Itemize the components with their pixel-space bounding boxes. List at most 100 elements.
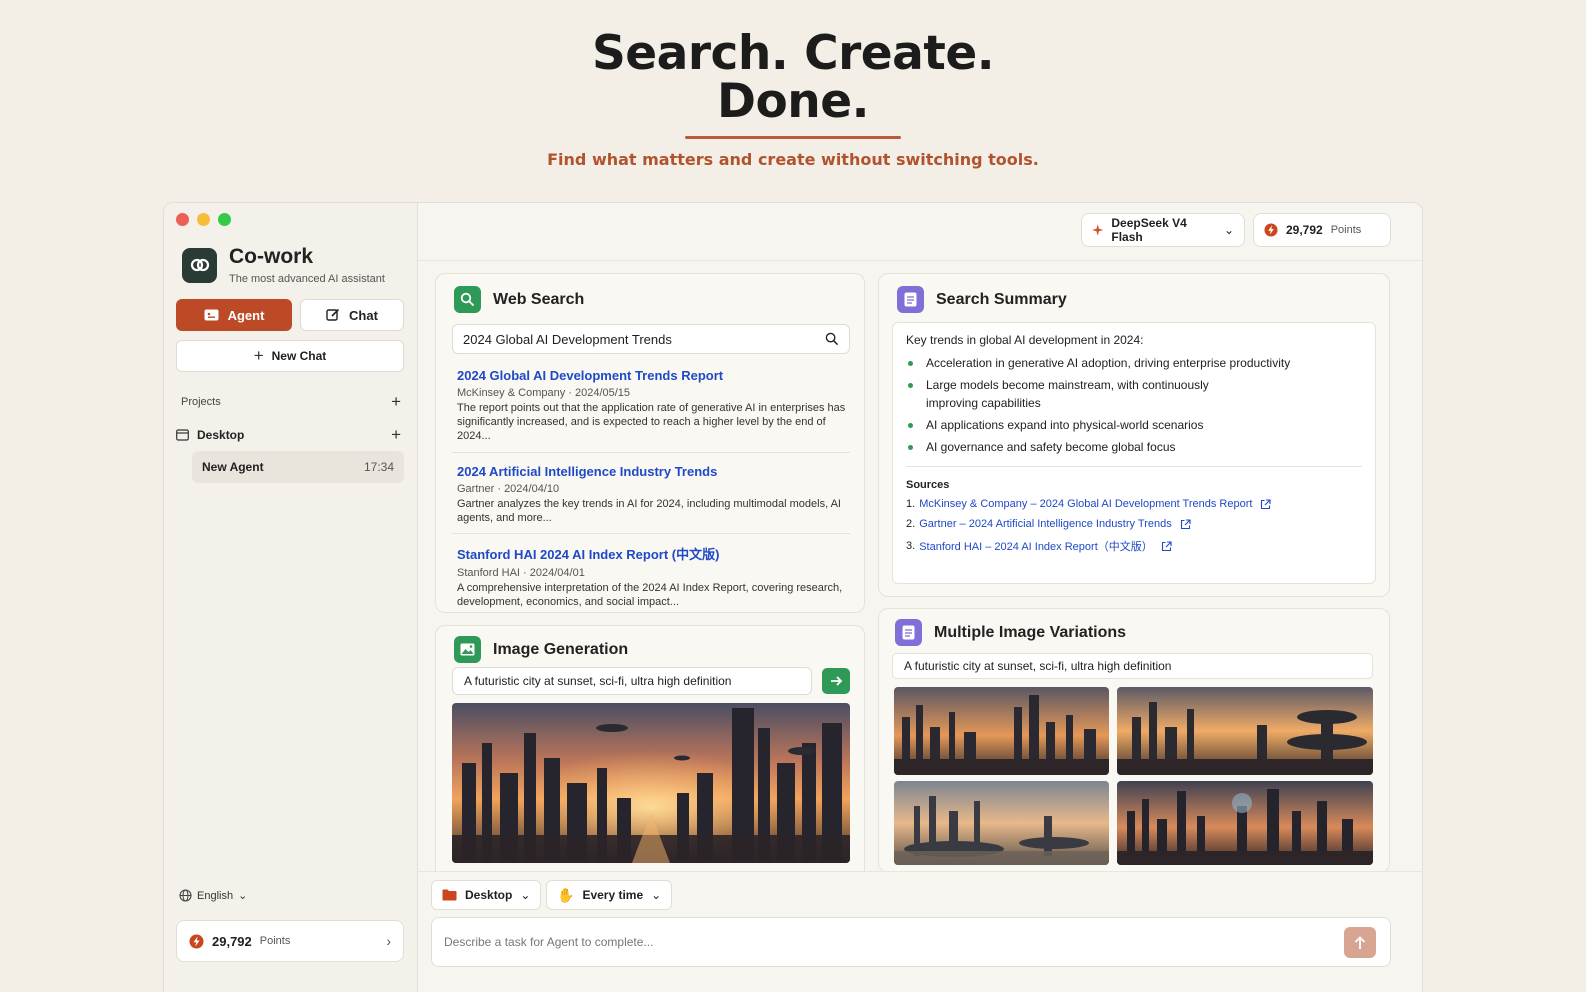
location-label: Desktop — [465, 888, 513, 902]
result-title[interactable]: 2024 Artificial Intelligence Industry Tr… — [457, 464, 849, 479]
send-button[interactable] — [1344, 927, 1376, 958]
summary-content: Key trends in global AI development in 2… — [892, 322, 1376, 584]
result-meta: McKinsey & Company · 2024/05/15 — [457, 387, 631, 399]
divider — [452, 533, 850, 534]
chevron-right-icon: › — [386, 933, 391, 949]
image-prompt-text: A futuristic city at sunset, sci-fi, ult… — [464, 674, 732, 688]
projects-label: Projects — [181, 396, 221, 408]
sidebar: Co-work The most advanced AI assistant A… — [164, 203, 418, 992]
document-icon — [897, 286, 924, 313]
language-selector[interactable]: English ⌄ — [179, 889, 247, 902]
maximize-window-button[interactable] — [218, 213, 231, 226]
source-link[interactable]: Stanford HAI – 2024 AI Index Report（中文版） — [919, 538, 1153, 554]
points-icon — [1264, 223, 1278, 237]
web-search-card: Web Search 2024 Global AI Development Tr… — [435, 273, 865, 613]
hero-title: Search. Create. Done. — [0, 30, 1586, 126]
search-icon — [454, 286, 481, 313]
agent-mode-button[interactable]: Agent — [176, 299, 292, 331]
add-project-icon[interactable]: + — [391, 393, 401, 410]
search-query: 2024 Global AI Development Trends — [463, 331, 672, 347]
agent-icon — [204, 309, 219, 321]
document-icon — [895, 619, 922, 646]
search-input[interactable]: 2024 Global AI Development Trends — [452, 324, 850, 354]
new-chat-label: New Chat — [271, 349, 327, 363]
points-value: 29,792 — [1286, 223, 1323, 237]
app-logo-icon — [182, 247, 217, 283]
location-selector[interactable]: Desktop ⌄ — [431, 880, 542, 910]
project-desktop[interactable]: Desktop + — [176, 426, 401, 443]
image-generation-card: Image Generation A futuristic city at su… — [435, 625, 865, 885]
summary-bullet: Acceleration in generative AI adoption, … — [906, 354, 1362, 372]
source-item[interactable]: 3. Stanford HAI – 2024 AI Index Report（中… — [906, 538, 1362, 554]
summary-bullets: Acceleration in generative AI adoption, … — [906, 354, 1362, 456]
app-name: Co-work — [229, 245, 313, 268]
frequency-label: Every time — [582, 888, 644, 902]
variation-image-4[interactable] — [1117, 781, 1373, 865]
folder-icon — [176, 429, 189, 441]
image-icon — [454, 636, 481, 663]
generated-city-image[interactable] — [452, 703, 850, 863]
points-label: Points — [259, 935, 291, 947]
hero-title-line2: Done. — [717, 74, 870, 129]
language-label: English — [197, 889, 234, 902]
result-meta: Stanford HAI · 2024/04/01 — [457, 567, 585, 579]
source-link[interactable]: McKinsey & Company – 2024 Global AI Deve… — [919, 498, 1252, 510]
plus-icon: + — [253, 346, 264, 365]
external-link-icon[interactable] — [1260, 498, 1271, 510]
search-summary-card: Search Summary Key trends in global AI d… — [878, 273, 1390, 597]
result-description: Gartner analyzes the key trends in AI fo… — [457, 498, 841, 524]
hero-title-line1: Search. Create. — [591, 26, 995, 81]
source-link[interactable]: Gartner – 2024 Artificial Intelligence I… — [919, 518, 1172, 530]
sidebar-item-new-agent[interactable]: New Agent 17:34 — [192, 451, 404, 483]
task-input[interactable]: Describe a task for Agent to complete... — [431, 917, 1391, 967]
folder-icon — [442, 889, 457, 901]
model-selector[interactable]: DeepSeek V4 Flash ⌄ — [1081, 213, 1245, 247]
variations-prompt[interactable]: A futuristic city at sunset, sci-fi, ult… — [892, 653, 1373, 679]
image-prompt-input[interactable]: A futuristic city at sunset, sci-fi, ult… — [452, 667, 812, 695]
chevron-down-icon: ⌄ — [238, 890, 248, 902]
new-chat-button[interactable]: + New Chat — [176, 340, 404, 372]
chat-mode-button[interactable]: Chat — [300, 299, 404, 331]
divider — [452, 452, 850, 453]
result-title[interactable]: Stanford HAI 2024 AI Index Report (中文版) — [457, 544, 849, 563]
external-link-icon[interactable] — [1161, 540, 1172, 552]
arrow-right-icon — [830, 676, 842, 686]
source-item[interactable]: 2. Gartner – 2024 Artificial Intelligenc… — [906, 518, 1362, 530]
top-bar: DeepSeek V4 Flash ⌄ 29,792 Points — [418, 203, 1422, 261]
minimize-window-button[interactable] — [197, 213, 210, 226]
agent-mode-label: Agent — [227, 307, 265, 323]
add-item-icon[interactable]: + — [391, 426, 401, 443]
hero-subtitle: Find what matters and create without swi… — [547, 150, 1039, 169]
search-result[interactable]: Stanford HAI 2024 AI Index Report (中文版) … — [457, 544, 849, 609]
source-item[interactable]: 1. McKinsey & Company – 2024 Global AI D… — [906, 498, 1362, 510]
source-number: 3. — [906, 540, 916, 552]
variations-title: Multiple Image Variations — [934, 623, 1127, 641]
close-window-button[interactable] — [176, 213, 189, 226]
points-badge[interactable]: 29,792 Points — [1253, 213, 1391, 247]
external-link-icon[interactable] — [1180, 518, 1191, 530]
search-result[interactable]: 2024 Global AI Development Trends Report… — [457, 368, 849, 443]
points-value: 29,792 — [212, 933, 252, 949]
summary-bullet: AI governance and safety become global f… — [906, 438, 1362, 456]
variation-image-2[interactable] — [1117, 687, 1373, 775]
divider — [906, 466, 1362, 467]
frequency-selector[interactable]: ✋ Every time ⌄ — [546, 880, 673, 910]
search-icon[interactable] — [825, 332, 839, 346]
result-title[interactable]: 2024 Global AI Development Trends Report — [457, 368, 849, 383]
arrow-up-icon — [1354, 935, 1366, 949]
points-label: Points — [1330, 224, 1362, 236]
source-number: 2. — [906, 518, 916, 530]
points-icon — [189, 934, 204, 948]
result-description: A comprehensive interpretation of the 20… — [457, 582, 843, 608]
variation-image-3[interactable] — [894, 781, 1109, 865]
search-result[interactable]: 2024 Artificial Intelligence Industry Tr… — [457, 464, 849, 525]
hero: Search. Create. Done. Find what matters … — [0, 30, 1586, 170]
generate-button[interactable] — [822, 668, 850, 694]
variation-image-1[interactable] — [894, 687, 1109, 775]
points-card[interactable]: 29,792 Points › — [176, 920, 404, 962]
sources-label: Sources — [906, 479, 950, 491]
summary-bullet: AI applications expand into physical-wor… — [906, 416, 1362, 434]
summary-bullet: Large models become mainstream, with con… — [906, 376, 1236, 412]
image-variations-card: Multiple Image Variations A futuristic c… — [878, 608, 1390, 873]
edit-icon — [326, 308, 340, 321]
